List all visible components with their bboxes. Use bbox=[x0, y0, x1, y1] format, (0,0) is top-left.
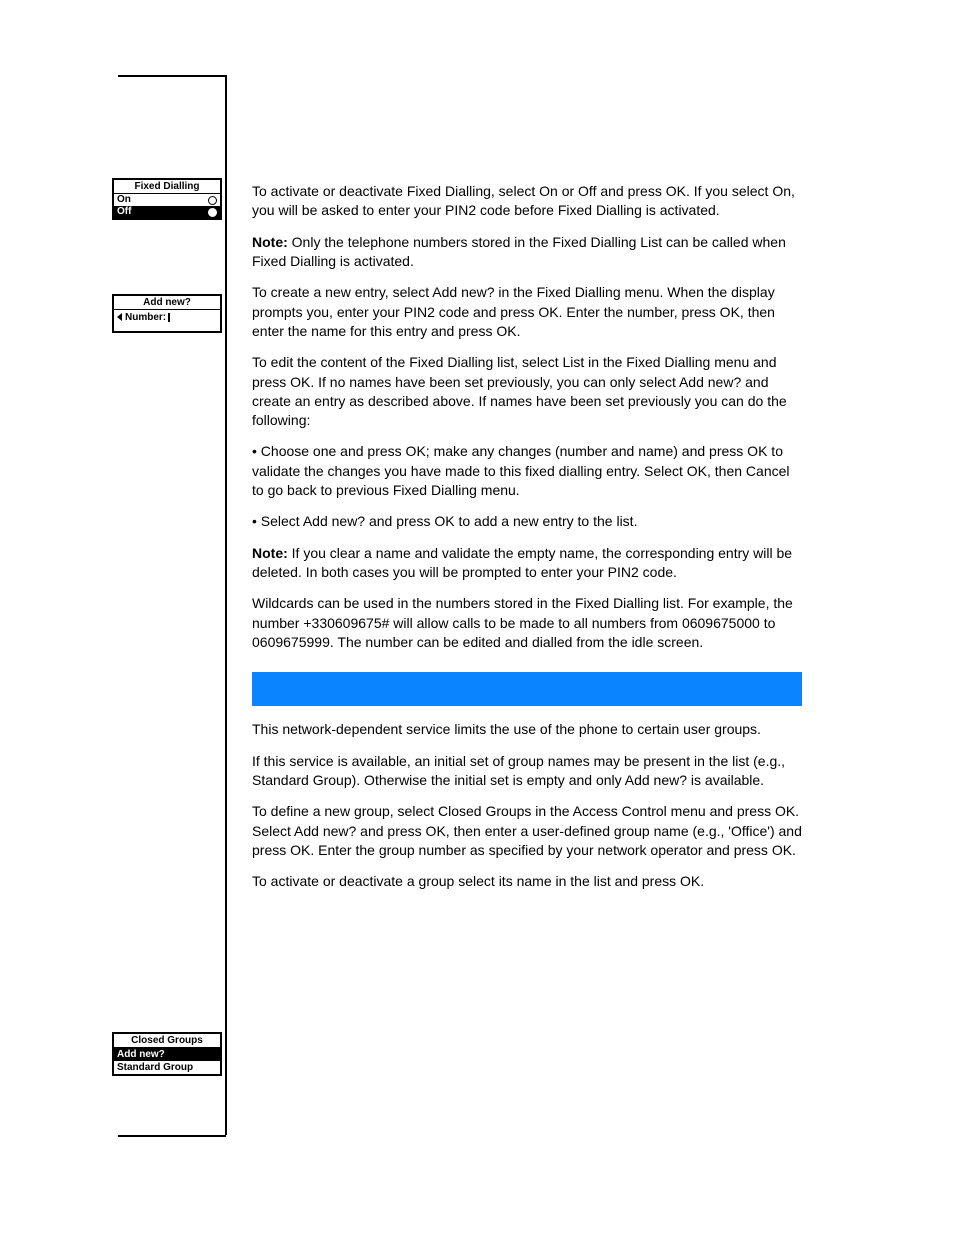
option-on-label: On bbox=[117, 194, 131, 206]
section-bottom-notch bbox=[118, 1135, 226, 1137]
para-activate-deactivate: To activate or deactivate Fixed Dialling… bbox=[252, 182, 802, 221]
note-delete-entry: Note: If you clear a name and validate t… bbox=[252, 544, 802, 583]
para-closed-4: To activate or deactivate a group select… bbox=[252, 872, 802, 891]
section-vertical-rule bbox=[225, 75, 227, 1135]
para-edit-list: To edit the content of the Fixed Diallin… bbox=[252, 353, 802, 430]
note-body: If you clear a name and validate the emp… bbox=[252, 545, 792, 580]
radio-on-icon bbox=[208, 208, 217, 217]
option-on[interactable]: On bbox=[114, 194, 220, 206]
para-closed-2: If this service is available, an initial… bbox=[252, 752, 802, 791]
para-closed-3: To define a new group, select Closed Gro… bbox=[252, 802, 802, 860]
section-top-notch bbox=[118, 75, 226, 77]
screen-title: Add new? bbox=[114, 296, 220, 310]
screen-closed-groups: Closed Groups Add new? Standard Group bbox=[112, 1032, 222, 1076]
menu-item-label: Standard Group bbox=[117, 1061, 193, 1074]
menu-item-standard-group[interactable]: Standard Group bbox=[114, 1061, 220, 1074]
radio-off-icon bbox=[208, 196, 217, 205]
screen-add-new: Add new? Number: bbox=[112, 294, 222, 333]
para-closed-1: This network-dependent service limits th… bbox=[252, 720, 802, 739]
para-wildcards: Wildcards can be used in the numbers sto… bbox=[252, 594, 802, 652]
cursor-arrow-icon bbox=[117, 313, 122, 321]
heading-closed-user-group: Closed User Group options bbox=[252, 672, 802, 706]
note-label: Note: bbox=[252, 545, 292, 561]
option-off-label: Off bbox=[117, 206, 131, 218]
note-body: Only the telephone numbers stored in the… bbox=[252, 234, 786, 269]
menu-item-label: Add new? bbox=[117, 1048, 165, 1061]
note-label: Note: bbox=[252, 234, 292, 250]
bullet-edit-entry: • Choose one and press OK; make any chan… bbox=[252, 442, 802, 500]
number-entry-field[interactable]: Number: bbox=[114, 310, 220, 331]
menu-item-add-new[interactable]: Add new? bbox=[114, 1048, 220, 1061]
bullet-add-entry: • Select Add new? and press OK to add a … bbox=[252, 512, 802, 531]
body-text-column: To activate or deactivate Fixed Dialling… bbox=[252, 90, 802, 904]
number-label: Number: bbox=[125, 312, 166, 323]
screen-title: Fixed Dialling bbox=[114, 180, 220, 194]
screen-title: Closed Groups bbox=[114, 1034, 220, 1048]
note-eligible-numbers: Note: Only the telephone numbers stored … bbox=[252, 233, 802, 272]
screen-fixed-dialling: Fixed Dialling On Off bbox=[112, 178, 222, 220]
text-cursor-icon bbox=[168, 313, 170, 322]
option-off[interactable]: Off bbox=[114, 206, 220, 218]
para-add-new: To create a new entry, select Add new? i… bbox=[252, 283, 802, 341]
